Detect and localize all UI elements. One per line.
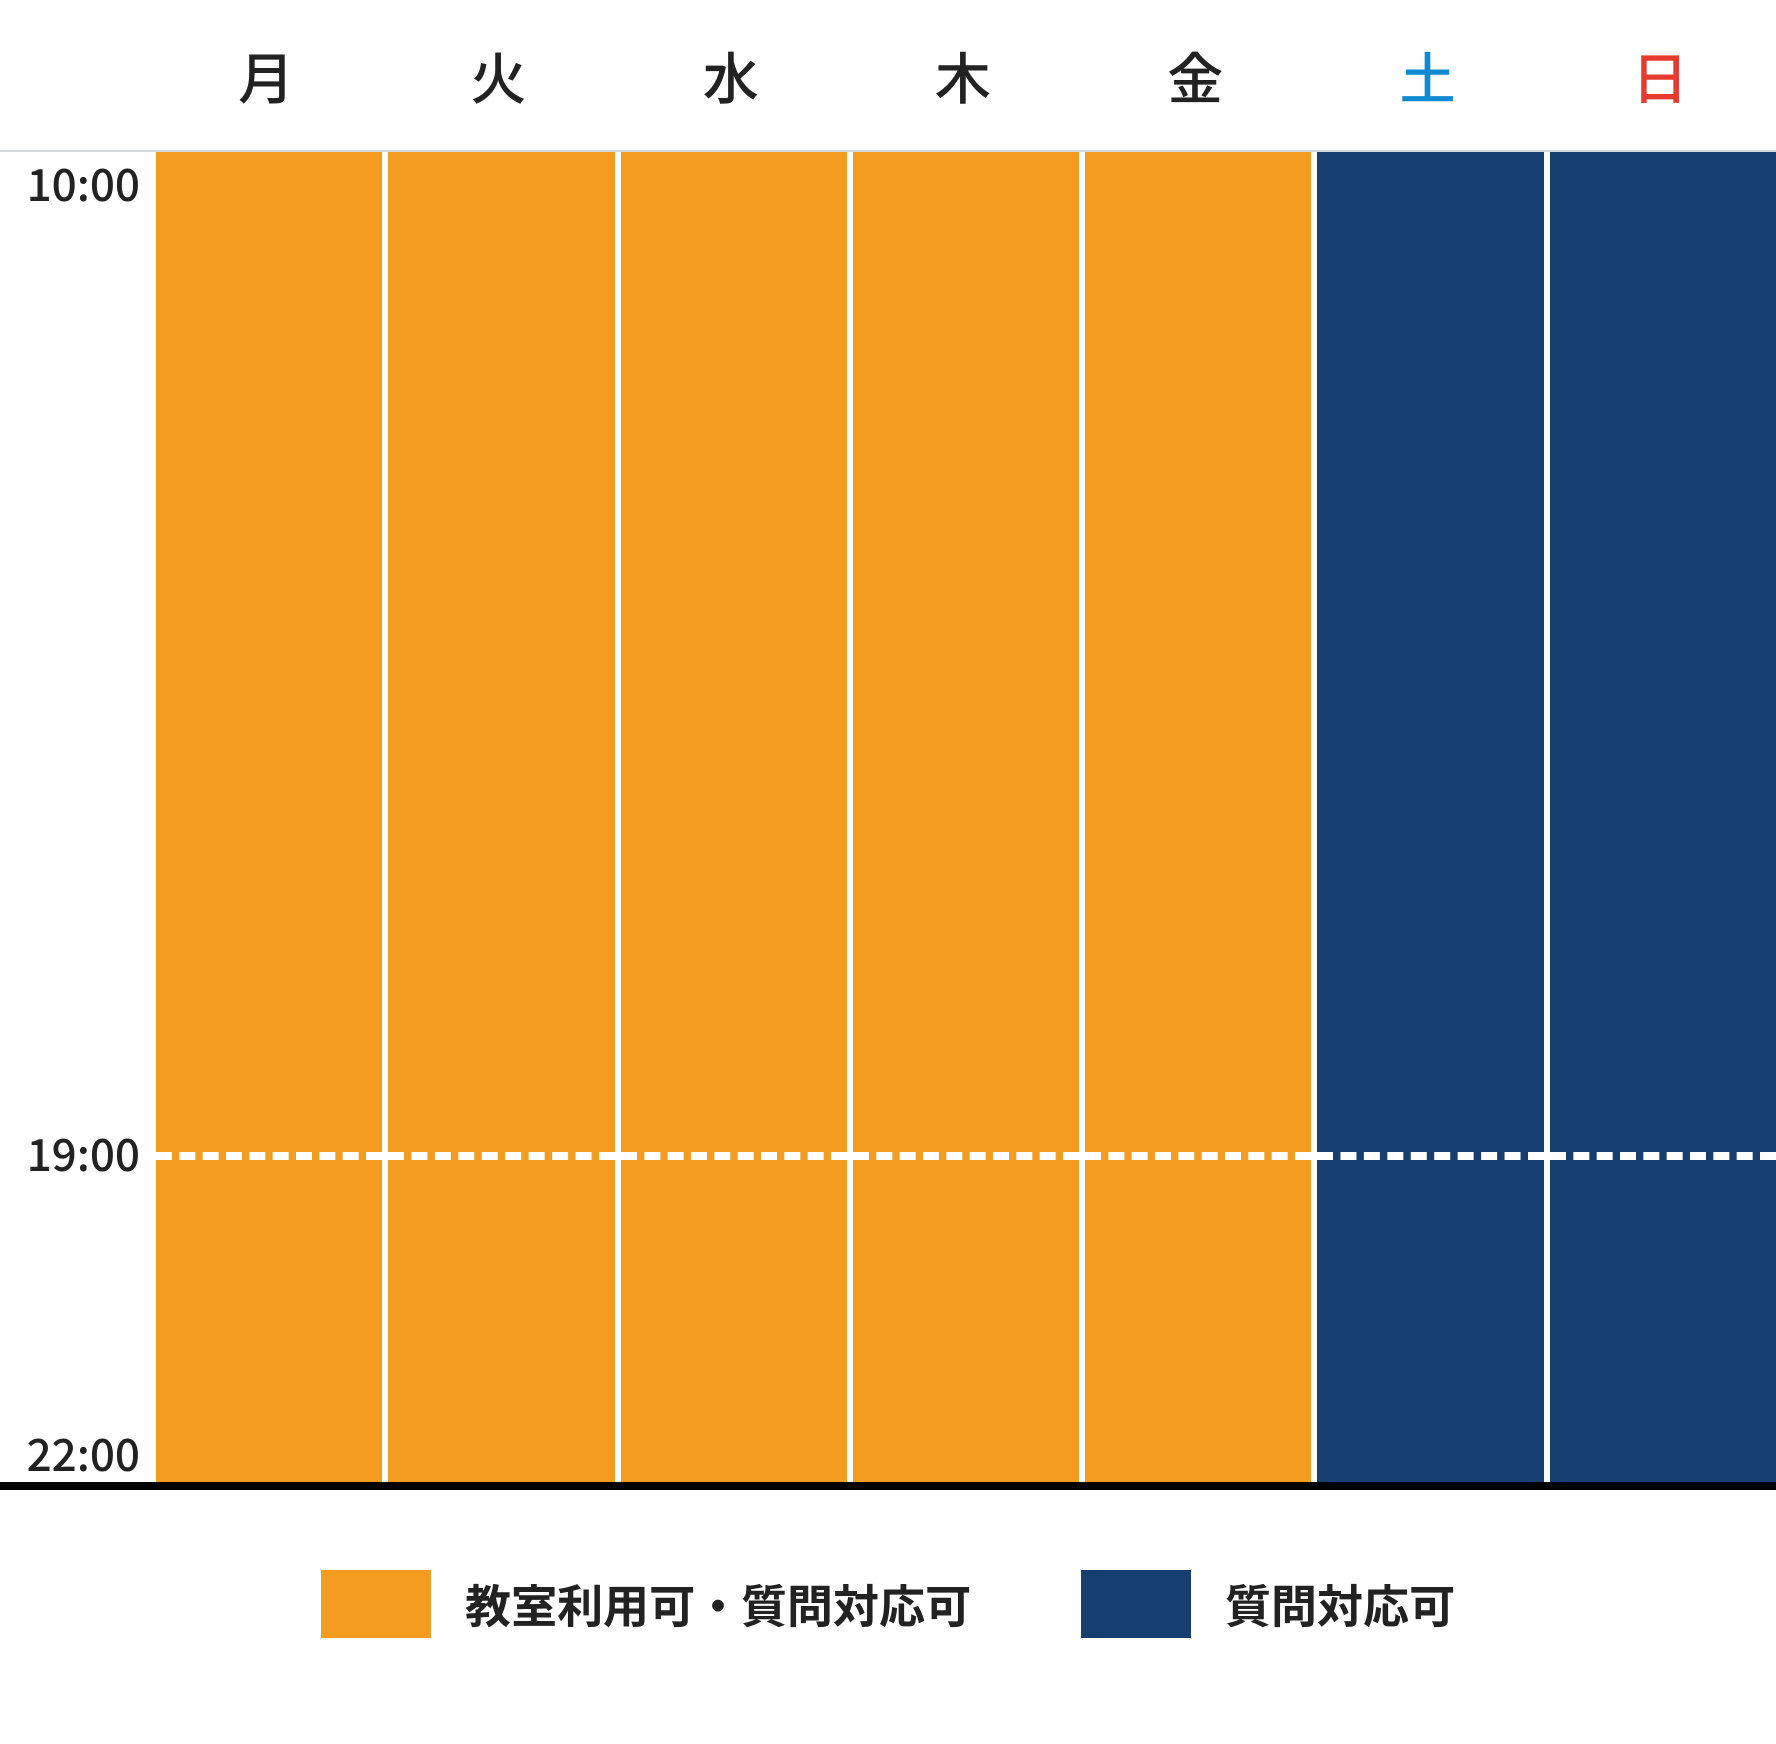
time-label-mid: 19:00 bbox=[27, 1120, 140, 1184]
day-head-mon: 月 bbox=[150, 0, 382, 152]
block-thu bbox=[853, 152, 1079, 1482]
block-sun bbox=[1550, 152, 1776, 1482]
col-fri bbox=[1079, 152, 1311, 1482]
col-mon bbox=[150, 152, 382, 1482]
block-mon bbox=[156, 152, 382, 1482]
block-wed bbox=[621, 152, 847, 1482]
day-head-sat: 土 bbox=[1311, 0, 1543, 152]
day-head-wed: 水 bbox=[615, 0, 847, 152]
block-fri bbox=[1085, 152, 1311, 1482]
chart-baseline bbox=[0, 1482, 1776, 1490]
legend-label-orange: 教室利用可・質問対応可 bbox=[465, 1571, 971, 1637]
block-tue bbox=[388, 152, 614, 1482]
day-head-tue: 火 bbox=[382, 0, 614, 152]
col-thu bbox=[847, 152, 1079, 1482]
legend-item-orange: 教室利用可・質問対応可 bbox=[321, 1570, 971, 1638]
day-head-thu: 木 bbox=[847, 0, 1079, 152]
col-wed bbox=[615, 152, 847, 1482]
legend: 教室利用可・質問対応可 質問対応可 bbox=[0, 1490, 1776, 1698]
legend-item-navy: 質問対応可 bbox=[1081, 1570, 1455, 1638]
legend-label-navy: 質問対応可 bbox=[1225, 1571, 1455, 1637]
block-sat bbox=[1317, 152, 1543, 1482]
col-sun bbox=[1544, 152, 1776, 1482]
schedule-chart: 月 火 水 木 金 土 日 10:00 19:00 22:00 bbox=[0, 0, 1776, 1698]
header-corner bbox=[0, 0, 150, 152]
col-sat bbox=[1311, 152, 1543, 1482]
time-axis: 10:00 19:00 22:00 bbox=[0, 152, 150, 1482]
legend-swatch-orange bbox=[321, 1570, 431, 1638]
legend-swatch-navy bbox=[1081, 1570, 1191, 1638]
time-label-end: 22:00 bbox=[27, 1420, 140, 1484]
col-tue bbox=[382, 152, 614, 1482]
chart-grid: 月 火 水 木 金 土 日 10:00 19:00 22:00 bbox=[0, 0, 1776, 1482]
day-head-fri: 金 bbox=[1079, 0, 1311, 152]
day-head-sun: 日 bbox=[1544, 0, 1776, 152]
time-label-start: 10:00 bbox=[27, 150, 140, 214]
